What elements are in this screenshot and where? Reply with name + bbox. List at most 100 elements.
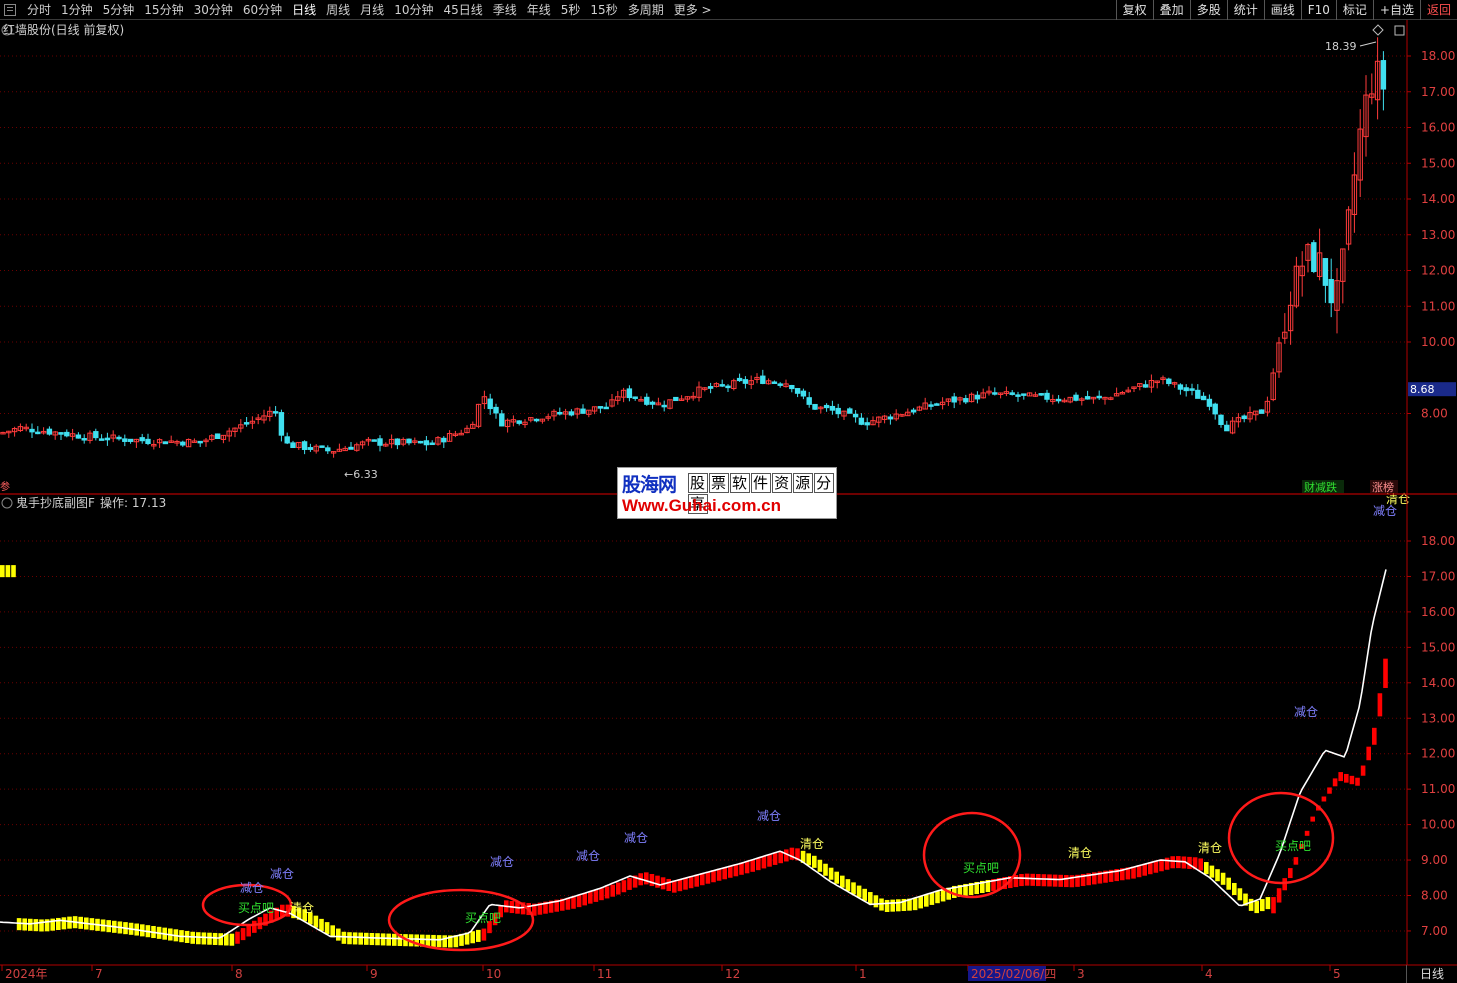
candle-body xyxy=(800,390,807,397)
watermark-slogan-char: 件 xyxy=(751,473,772,493)
period-tab-15[interactable]: 多周期 xyxy=(623,0,669,20)
watermark-slogan-char: 票 xyxy=(709,473,730,493)
indicator-bar xyxy=(196,932,201,945)
candle-body xyxy=(1200,395,1207,401)
signal-buy: 买点吧 xyxy=(1275,839,1311,853)
period-tab-1[interactable]: 1分钟 xyxy=(56,0,98,20)
indicator-bar xyxy=(700,873,705,886)
indicator-bar xyxy=(856,885,862,898)
candle-body xyxy=(887,416,894,420)
toolbar-action-4[interactable]: 画线 xyxy=(1263,0,1301,20)
toolbar-action-0[interactable]: 复权 xyxy=(1115,0,1153,20)
candle-body xyxy=(487,398,493,410)
candle-body xyxy=(707,386,714,389)
period-tab-9[interactable]: 10分钟 xyxy=(389,0,438,20)
indicator-bar xyxy=(1142,863,1147,876)
candle-body xyxy=(243,422,250,425)
candle-body xyxy=(1206,398,1213,407)
indicator-bar xyxy=(840,875,845,888)
indicator-bar xyxy=(576,895,582,908)
period-tab-6[interactable]: 日线 xyxy=(287,0,321,20)
time-tick-label: 1 xyxy=(859,967,867,981)
period-tab-12[interactable]: 年线 xyxy=(522,0,556,20)
indicator-bar xyxy=(677,879,683,892)
indicator-bar xyxy=(201,932,207,945)
period-tab-4[interactable]: 30分钟 xyxy=(189,0,238,20)
indicator-bar xyxy=(862,888,867,901)
period-tab-11[interactable]: 季线 xyxy=(488,0,522,20)
candle-body xyxy=(162,441,169,445)
period-tab-8[interactable]: 月线 xyxy=(355,0,389,20)
indicator-tick-label: 15.00 xyxy=(1421,640,1455,654)
candle-body xyxy=(1195,389,1201,399)
toolbar-action-7[interactable]: +自选 xyxy=(1372,0,1420,20)
indicator-bar xyxy=(772,852,778,865)
candle-body xyxy=(649,401,656,405)
indicator-bar xyxy=(1136,865,1142,878)
period-tab-5[interactable]: 60分钟 xyxy=(238,0,287,20)
candle-body xyxy=(93,431,99,439)
indicator-bar xyxy=(728,865,733,878)
indicator-bar xyxy=(0,565,5,578)
indicator-bar xyxy=(655,875,660,888)
indicator-bars xyxy=(0,565,1388,948)
indicator-bar xyxy=(1198,858,1203,871)
candle-body xyxy=(35,431,41,435)
indicator-bar xyxy=(739,862,744,875)
candle-body xyxy=(823,404,830,409)
toolbar-action-6[interactable]: 标记 xyxy=(1335,0,1373,20)
indicator-bar xyxy=(616,882,621,895)
candle-body xyxy=(673,396,679,402)
time-tick-label: 9 xyxy=(370,967,378,981)
period-tab-2[interactable]: 5分钟 xyxy=(98,0,140,20)
candle-body xyxy=(632,396,638,399)
signal-buy: 买点吧 xyxy=(238,901,274,915)
period-tab-13[interactable]: 5秒 xyxy=(556,0,586,20)
indicator-bar xyxy=(39,919,44,932)
indicator-tick-label: 14.00 xyxy=(1421,676,1455,690)
toolbar-action-5[interactable]: F10 xyxy=(1300,0,1336,20)
period-tab-0[interactable]: 分时 xyxy=(22,0,56,20)
indicator-bar xyxy=(935,891,940,904)
candle-body xyxy=(1142,384,1149,388)
candle-body xyxy=(760,375,766,384)
indicator-bar xyxy=(593,889,599,902)
indicator-bar xyxy=(1170,856,1175,869)
indicator-bar xyxy=(744,861,750,874)
candle-body xyxy=(1189,388,1195,391)
bottom-period-label[interactable]: 日线 xyxy=(1406,965,1457,983)
candle-body xyxy=(1044,392,1050,400)
candle-body xyxy=(116,436,122,440)
toolbar-action-2[interactable]: 多股 xyxy=(1189,0,1227,20)
toolbar-action-8[interactable]: 返回 xyxy=(1419,0,1457,20)
candle-body xyxy=(394,438,401,446)
candle-body xyxy=(1009,392,1015,395)
time-tick-label: 2024年 xyxy=(5,967,48,981)
indicator-bar xyxy=(627,877,632,890)
indicator-bar xyxy=(1349,775,1355,785)
indicator-bar xyxy=(683,877,688,890)
candle-body xyxy=(829,405,836,411)
indicator-collapse-icon xyxy=(1,497,13,509)
period-tab-14[interactable]: 15秒 xyxy=(585,0,622,20)
candle-body xyxy=(301,441,308,450)
indicator-bar xyxy=(918,896,923,909)
toolbar-action-3[interactable]: 统计 xyxy=(1226,0,1264,20)
candle-body xyxy=(742,379,749,384)
indicator-bar xyxy=(61,917,67,930)
indicator-bar xyxy=(1293,857,1299,865)
period-tab-10[interactable]: 45日线 xyxy=(438,0,487,20)
indicator-bar xyxy=(1064,875,1069,888)
indicator-bar xyxy=(1164,857,1170,870)
period-tab-3[interactable]: 15分钟 xyxy=(139,0,188,20)
indicator-bar xyxy=(896,899,901,912)
period-tab-16[interactable]: 更多 > xyxy=(669,0,717,20)
menu-icon[interactable] xyxy=(4,4,16,16)
period-tab-7[interactable]: 周线 xyxy=(321,0,355,20)
buy-circle xyxy=(1227,791,1335,885)
indicator-tick-label: 13.00 xyxy=(1421,711,1455,725)
watermark-slogan-char: 股 xyxy=(688,473,709,493)
candle-body xyxy=(377,438,383,446)
candle-body xyxy=(533,418,540,422)
toolbar-action-1[interactable]: 叠加 xyxy=(1152,0,1190,20)
